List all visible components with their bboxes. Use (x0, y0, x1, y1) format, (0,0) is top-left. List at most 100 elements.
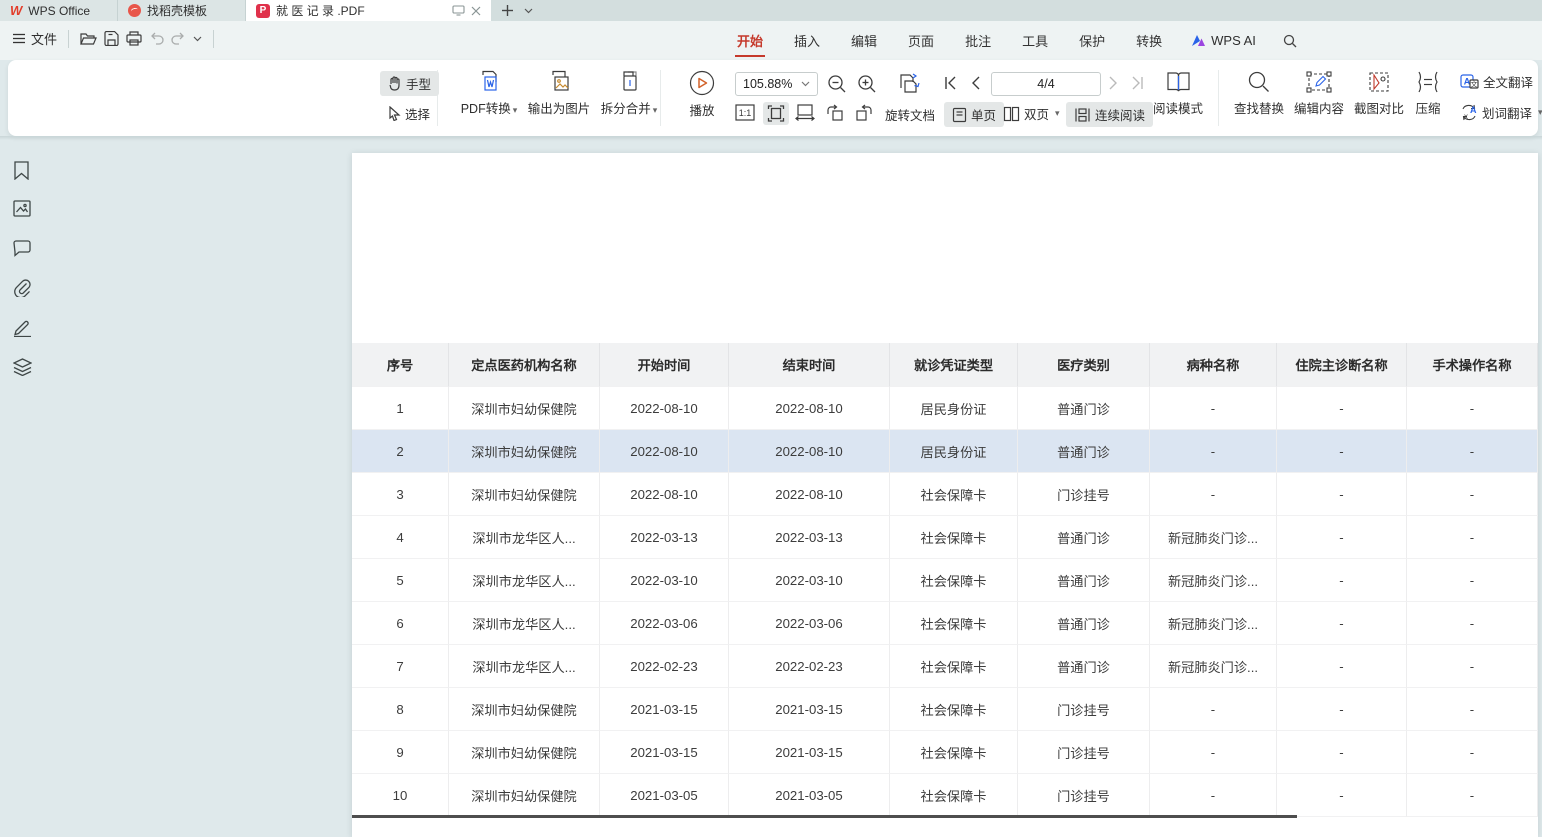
chevron-down-icon (801, 81, 810, 87)
pdf-convert-icon (478, 70, 500, 94)
table-cell: 2022-03-13 (600, 516, 729, 559)
table-cell: - (1150, 387, 1277, 430)
table-cell: 居民身份证 (890, 387, 1018, 430)
attachment-icon[interactable] (13, 279, 32, 297)
redo-icon[interactable] (171, 32, 186, 45)
table-cell: 深圳市龙华区人... (449, 559, 600, 602)
double-page-button[interactable]: 双页 ▾ (1003, 104, 1060, 123)
bookmark-icon[interactable] (13, 161, 30, 180)
table-cell: 2022-08-10 (729, 387, 890, 430)
table-cell: 2021-03-15 (729, 731, 890, 774)
table-cell: 深圳市妇幼保健院 (449, 731, 600, 774)
table-cell: 普通门诊 (1018, 387, 1150, 430)
comment-icon[interactable] (13, 240, 31, 257)
tab-wps-office[interactable]: W WPS Office (0, 0, 118, 21)
table-cell: 8 (352, 688, 449, 731)
menu-search-icon[interactable] (1283, 34, 1297, 48)
fit-pages-icon[interactable] (897, 71, 923, 97)
tab-pdf-document[interactable]: P 就 医 记 录 .PDF (246, 0, 491, 21)
table-cell: 居民身份证 (890, 430, 1018, 473)
fit-page-button[interactable] (763, 102, 789, 125)
single-page-button[interactable]: 单页 (944, 102, 1004, 127)
menu-insert[interactable]: 插入 (792, 22, 822, 59)
table-cell: 新冠肺炎门诊... (1150, 602, 1277, 645)
zoom-in-button[interactable] (857, 74, 877, 94)
zoom-out-button[interactable] (827, 74, 847, 94)
quick-access-chevron-icon[interactable] (193, 36, 202, 42)
rotate-document-button[interactable]: 旋转文档 (885, 105, 935, 124)
table-cell: 门诊挂号 (1018, 688, 1150, 731)
new-tab-button[interactable] (501, 4, 514, 17)
table-cell: 社会保障卡 (890, 559, 1018, 602)
table-cell: 社会保障卡 (890, 473, 1018, 516)
file-menu-button[interactable]: 文件 (12, 29, 57, 48)
close-tab-icon[interactable] (471, 6, 481, 16)
layers-icon[interactable] (13, 358, 32, 376)
export-image-button[interactable]: 输出为图片 (523, 70, 595, 117)
table-row: 7深圳市龙华区人...2022-02-232022-02-23社会保障卡普通门诊… (352, 645, 1538, 688)
table-cell: 深圳市龙华区人... (449, 602, 600, 645)
table-cell: 2021-03-05 (729, 774, 890, 817)
medical-table: 序号定点医药机构名称开始时间结束时间就诊凭证类型医疗类别病种名称住院主诊断名称手… (352, 343, 1538, 817)
read-mode-label: 阅读模式 (1153, 98, 1203, 117)
zoom-level-value: 105.88% (743, 77, 792, 91)
page-indicator-input[interactable]: 4/4 (991, 72, 1101, 96)
rotate-left-icon[interactable] (825, 104, 844, 121)
last-page-button[interactable] (1130, 75, 1144, 91)
window-tab-bar: W WPS Office 找稻壳模板 P 就 医 记 录 .PDF (0, 0, 1542, 21)
fit-width-button[interactable] (795, 104, 815, 121)
open-file-icon[interactable] (80, 32, 97, 46)
signature-icon[interactable] (13, 318, 32, 337)
table-cell: - (1407, 688, 1538, 731)
word-translate-button[interactable]: xA 划词翻译 ▾ (1460, 103, 1542, 122)
screenshot-compare-button[interactable]: 截图对比 (1350, 70, 1408, 117)
previous-page-button[interactable] (971, 75, 981, 91)
table-cell: - (1407, 516, 1538, 559)
print-icon[interactable] (126, 31, 142, 46)
first-page-button[interactable] (944, 75, 958, 91)
rotate-right-icon[interactable] (855, 104, 874, 121)
tab-list-chevron-icon[interactable] (524, 8, 533, 14)
table-row: 3深圳市妇幼保健院2022-08-102022-08-10社会保障卡门诊挂号--… (352, 473, 1538, 516)
monitor-icon[interactable] (452, 5, 465, 16)
split-merge-button[interactable]: 拆分合并▾ (593, 70, 665, 117)
single-page-label: 单页 (971, 105, 996, 124)
full-text-translate-button[interactable]: A文 全文翻译 (1460, 72, 1533, 91)
read-mode-button[interactable]: 阅读模式 (1146, 70, 1210, 117)
save-icon[interactable] (104, 31, 119, 46)
pdf-file-icon: P (256, 4, 270, 18)
tab-docer-templates[interactable]: 找稻壳模板 (118, 0, 246, 21)
hand-tool-button[interactable]: 手型 (380, 71, 439, 96)
play-button[interactable]: 播放 (676, 70, 728, 119)
table-cell: 2022-08-10 (729, 473, 890, 516)
menu-convert[interactable]: 转换 (1134, 22, 1164, 59)
table-cell: 6 (352, 602, 449, 645)
table-cell: 2021-03-15 (600, 688, 729, 731)
continuous-reading-button[interactable]: 连续阅读 (1066, 102, 1153, 127)
menu-tools[interactable]: 工具 (1020, 22, 1050, 59)
table-bottom-scrollbar[interactable] (352, 815, 1297, 818)
select-tool-button[interactable]: 选择 (380, 101, 438, 126)
table-cell: - (1277, 645, 1407, 688)
menu-page[interactable]: 页面 (906, 22, 936, 59)
table-cell: - (1150, 473, 1277, 516)
next-page-button[interactable] (1108, 75, 1118, 91)
menu-annotate[interactable]: 批注 (963, 22, 993, 59)
undo-icon[interactable] (149, 32, 164, 45)
find-replace-button[interactable]: 查找替换 (1230, 70, 1288, 117)
table-row: 2深圳市妇幼保健院2022-08-102022-08-10居民身份证普通门诊--… (352, 430, 1538, 473)
menu-protect[interactable]: 保护 (1077, 22, 1107, 59)
zoom-level-select[interactable]: 105.88% (735, 72, 818, 96)
pdf-convert-button[interactable]: PDF转换▾ (453, 70, 525, 117)
table-cell: 社会保障卡 (890, 774, 1018, 817)
actual-size-button[interactable]: 1:1 (735, 104, 755, 121)
edit-content-button[interactable]: 编辑内容 (1290, 70, 1348, 117)
cursor-icon (388, 106, 401, 121)
thumbnail-icon[interactable] (13, 200, 31, 217)
find-replace-label: 查找替换 (1234, 98, 1284, 117)
menu-wps-ai[interactable]: WPS AI (1191, 33, 1256, 48)
menu-edit[interactable]: 编辑 (849, 22, 879, 59)
compress-button[interactable]: 压缩 (1406, 70, 1450, 117)
menu-home[interactable]: 开始 (735, 22, 765, 59)
docer-icon (128, 4, 141, 17)
